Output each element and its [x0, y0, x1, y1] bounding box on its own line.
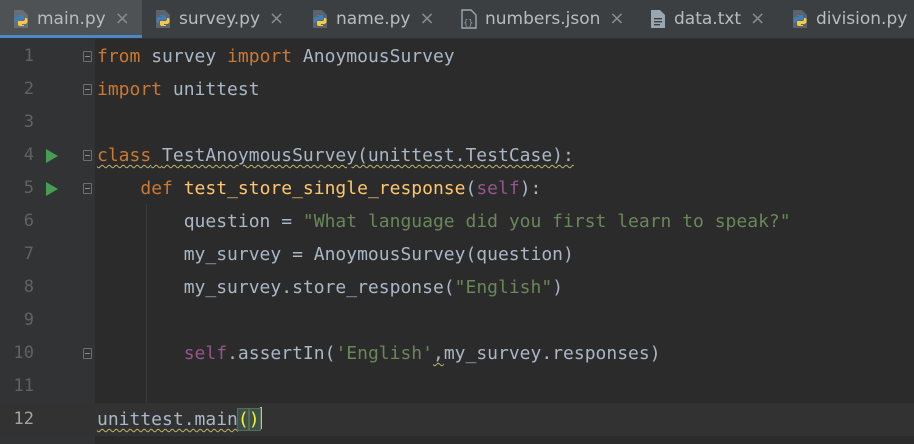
json-file-icon: {} [461, 9, 477, 29]
line-number: 10 [13, 343, 34, 363]
code-text[interactable]: class TestAnoymousSurvey(unittest.TestCa… [97, 139, 574, 172]
tab-label: survey.py [179, 9, 261, 29]
svg-text:{}: {} [464, 18, 474, 27]
code-text[interactable]: import unittest [97, 73, 260, 106]
matched-bracket: ) [247, 408, 261, 431]
code-line-5[interactable]: 5 def test_store_single_response(self): [0, 172, 914, 205]
fold-icon[interactable] [83, 348, 92, 359]
line-number: 1 [23, 46, 34, 66]
tab-label: numbers.json [485, 9, 601, 29]
tab-name-py[interactable]: name.py × [299, 0, 448, 38]
code-line-2[interactable]: 2 import unittest [0, 73, 914, 106]
text-caret [259, 407, 262, 429]
tab-label: name.py [336, 9, 411, 29]
run-test-icon[interactable] [46, 149, 58, 163]
tab-numbers-json[interactable]: {} numbers.json × [448, 0, 637, 38]
tab-main-py[interactable]: main.py × [0, 0, 142, 38]
line-number: 12 [13, 409, 34, 429]
code-text[interactable]: my_survey = AnoymousSurvey(question) [97, 238, 574, 271]
tab-division-py[interactable]: division.py [779, 0, 914, 38]
close-icon[interactable]: × [750, 10, 765, 28]
tab-label: division.py [816, 9, 908, 29]
line-number: 7 [23, 244, 34, 264]
code-editor[interactable]: 1 from survey import AnoymousSurvey 2 im… [0, 39, 914, 444]
code-line-10[interactable]: 10 self.assertIn('English',my_survey.res… [0, 337, 914, 370]
tab-label: data.txt [674, 9, 742, 29]
python-file-icon [793, 10, 807, 28]
line-number: 11 [13, 376, 34, 396]
line-number: 6 [23, 211, 34, 231]
code-line-11[interactable]: 11 [0, 370, 914, 403]
matched-bracket: ( [236, 408, 250, 431]
line-number: 5 [23, 178, 34, 198]
code-line-7[interactable]: 7 my_survey = AnoymousSurvey(question) [0, 238, 914, 271]
python-file-icon [14, 10, 28, 28]
code-text[interactable]: question = "What language did you first … [97, 205, 791, 238]
run-test-icon[interactable] [46, 182, 58, 196]
editor-tab-bar: main.py × survey.py × name.py × {} numbe… [0, 0, 914, 39]
close-icon[interactable]: × [609, 10, 624, 28]
code-line-9[interactable]: 9 [0, 304, 914, 337]
fold-icon[interactable] [83, 183, 92, 194]
line-number: 2 [23, 79, 34, 99]
code-text[interactable]: from survey import AnoymousSurvey [97, 40, 455, 73]
close-icon[interactable]: × [115, 10, 130, 28]
tab-data-txt[interactable]: data.txt × [637, 0, 779, 38]
code-line-4[interactable]: 4 class TestAnoymousSurvey(unittest.Test… [0, 139, 914, 172]
line-number: 4 [23, 145, 34, 165]
code-line-3[interactable]: 3 [0, 106, 914, 139]
fold-icon[interactable] [83, 51, 92, 62]
line-number: 9 [23, 310, 34, 330]
code-line-12[interactable]: 12 unittest.main() [0, 403, 914, 436]
close-icon[interactable]: × [269, 10, 284, 28]
code-text[interactable]: def test_store_single_response(self): [97, 172, 541, 205]
fold-icon[interactable] [83, 150, 92, 161]
python-file-icon [156, 10, 170, 28]
code-text[interactable]: my_survey.store_response("English") [97, 271, 563, 304]
text-file-icon [651, 10, 665, 28]
code-line-8[interactable]: 8 my_survey.store_response("English") [0, 271, 914, 304]
tab-label: main.py [37, 9, 106, 29]
code-line-6[interactable]: 6 question = "What language did you firs… [0, 205, 914, 238]
code-text[interactable]: unittest.main() [97, 403, 262, 436]
code-line-1[interactable]: 1 from survey import AnoymousSurvey [0, 40, 914, 73]
line-number: 8 [23, 277, 34, 297]
fold-icon[interactable] [83, 84, 92, 95]
close-icon[interactable]: × [419, 10, 434, 28]
tab-survey-py[interactable]: survey.py × [142, 0, 299, 38]
python-file-icon [313, 10, 327, 28]
line-number: 3 [23, 112, 34, 132]
code-text[interactable]: self.assertIn('English',my_survey.respon… [97, 337, 661, 370]
